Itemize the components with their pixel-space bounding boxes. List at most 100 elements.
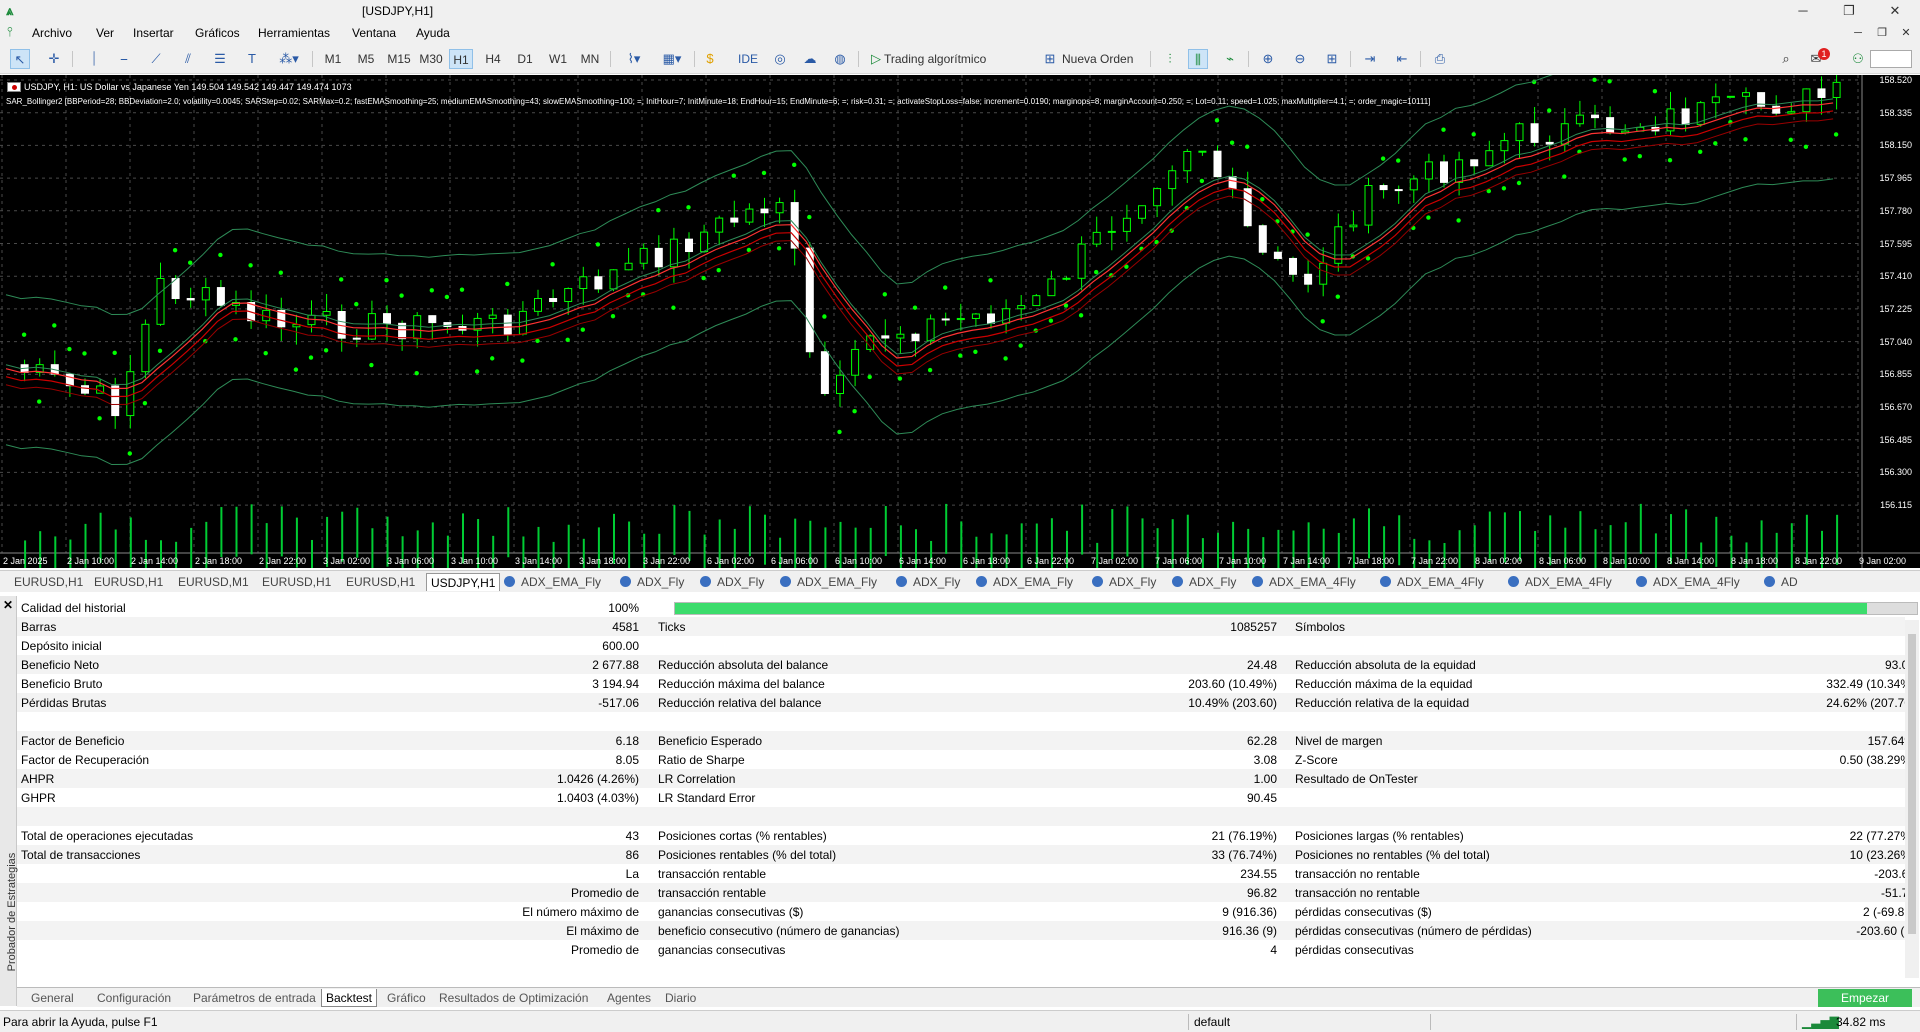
price-label: 157.965	[1879, 173, 1912, 184]
sar-dot	[142, 400, 148, 406]
timeframe-m30[interactable]: M30	[417, 49, 445, 69]
line-chart-icon[interactable]: ⌁	[1220, 49, 1240, 69]
menu-ventana[interactable]: Ventana	[352, 26, 396, 40]
result-label: Reducción máxima del balance	[658, 677, 825, 691]
shapes-dropdown-icon[interactable]: ⁂▾	[274, 49, 304, 69]
chart-symbol-info: USDJPY, H1: US Dollar vs Japanese Yen 14…	[24, 82, 352, 92]
chart-tab[interactable]: ADX_EMA_4Fly	[1376, 573, 1488, 591]
screenshot-icon[interactable]: ⎙	[1430, 49, 1450, 69]
search-icon[interactable]: ⌕	[1776, 49, 1796, 69]
horizontal-line-icon[interactable]: ⎯	[114, 49, 134, 69]
market-icon[interactable]: $	[700, 49, 720, 69]
timeframe-m5[interactable]: M5	[354, 49, 378, 69]
sar-dot	[1335, 294, 1341, 299]
price-chart[interactable]: USDJPY, H1: US Dollar vs Japanese Yen 14…	[0, 75, 1920, 568]
tester-tab[interactable]: Backtest	[321, 989, 378, 1007]
channel-icon[interactable]: ⫽	[178, 49, 198, 69]
timeframe-w1[interactable]: W1	[546, 49, 570, 69]
scrollbar-thumb[interactable]	[1908, 634, 1916, 934]
services-icon[interactable]: ◍	[830, 49, 850, 69]
vertical-line-icon[interactable]: ⏐	[84, 49, 104, 69]
text-tool-icon[interactable]: T	[242, 49, 262, 69]
chart-tab[interactable]: EURUSD,H1	[258, 573, 335, 591]
chart-tab[interactable]: ADX_Fly	[696, 573, 768, 591]
cursor-icon[interactable]: ↖	[10, 49, 30, 69]
crosshair-icon[interactable]: ✛	[44, 49, 64, 69]
chart-tab[interactable]: EURUSD,H1	[90, 573, 167, 591]
algo-trading-button[interactable]: Trading algorítmico	[884, 49, 1034, 69]
timeframe-h1[interactable]: H1	[449, 49, 473, 69]
chart-tab[interactable]: ADX_EMA_4Fly	[1632, 573, 1744, 591]
start-button[interactable]: Empezar	[1818, 989, 1912, 1007]
result-value: 9 (916.36)	[1222, 905, 1277, 919]
autoscroll-icon[interactable]: ⇤	[1392, 49, 1412, 69]
chart-tab[interactable]: ADX_Fly	[1168, 573, 1240, 591]
chart-tab[interactable]: ADX_Fly	[892, 573, 964, 591]
account-icon[interactable]: ⚇	[1848, 49, 1868, 69]
candle-body	[1153, 188, 1162, 207]
candlestick-chart-icon[interactable]: ⫼	[1188, 49, 1208, 69]
zoom-in-icon[interactable]: ⊕	[1258, 49, 1278, 69]
minimize-button[interactable]: ─	[1780, 0, 1826, 22]
timeframe-mn[interactable]: MN	[577, 49, 603, 69]
volume-bar	[280, 506, 283, 557]
chart-tab[interactable]: ADX_EMA_Fly	[972, 573, 1077, 591]
tester-tab[interactable]: Parámetros de entrada	[189, 989, 320, 1007]
tester-tab[interactable]: General	[27, 989, 78, 1007]
tester-tab[interactable]: Agentes	[603, 989, 655, 1007]
menu-graficos[interactable]: Gráficos	[195, 26, 240, 40]
menu-insertar[interactable]: Insertar	[133, 26, 174, 40]
timeframe-m15[interactable]: M15	[385, 49, 413, 69]
timeframe-h4[interactable]: H4	[482, 49, 504, 69]
indicators-dropdown-icon[interactable]: ⌇▾	[618, 49, 650, 69]
candle-body	[1304, 273, 1313, 285]
menu-archivo[interactable]: Archivo	[32, 26, 72, 40]
timeframe-d1[interactable]: D1	[514, 49, 536, 69]
chart-tab[interactable]: ADX_EMA_4Fly	[1504, 573, 1616, 591]
mdi-restore-button[interactable]: ❐	[1870, 22, 1894, 44]
chart-tab[interactable]: EURUSD,M1	[174, 573, 253, 591]
chart-tab[interactable]: AD	[1760, 573, 1802, 591]
ide-button[interactable]: IDE	[736, 49, 760, 69]
bar-chart-icon[interactable]: ⫶	[1160, 49, 1180, 69]
menu-herramientas[interactable]: Herramientas	[258, 26, 330, 40]
signals-icon[interactable]: ◎	[770, 49, 790, 69]
chart-tab[interactable]: ADX_Fly	[616, 573, 688, 591]
maximize-button[interactable]: ❐	[1826, 0, 1872, 22]
tile-windows-icon[interactable]: ⊞	[1322, 49, 1342, 69]
chart-tab-label: ADX_EMA_Fly	[521, 575, 602, 589]
chart-tab[interactable]: ADX_Fly	[1088, 573, 1160, 591]
tester-tab[interactable]: Gráfico	[383, 989, 430, 1007]
tester-tab[interactable]: Resultados de Optimización	[435, 989, 592, 1007]
candle-body	[1440, 161, 1448, 183]
chart-tab[interactable]: ADX_EMA_Fly	[776, 573, 881, 591]
chart-tab[interactable]: ADX_EMA_4Fly	[1248, 573, 1360, 591]
menu-ver[interactable]: Ver	[96, 26, 114, 40]
timeframe-m1[interactable]: M1	[322, 49, 344, 69]
zoom-out-icon[interactable]: ⊖	[1290, 49, 1310, 69]
trendline-icon[interactable]: ⟋	[146, 49, 166, 69]
templates-dropdown-icon[interactable]: ▦▾	[656, 49, 688, 69]
chart-tab[interactable]: EURUSD,H1	[10, 573, 87, 591]
close-button[interactable]: ✕	[1872, 0, 1918, 22]
vps-icon[interactable]: ☁	[800, 49, 820, 69]
tester-tab[interactable]: Configuración	[93, 989, 175, 1007]
volume-bar	[356, 507, 359, 558]
chart-tab[interactable]: EURUSD,H1	[342, 573, 419, 591]
menu-ayuda[interactable]: Ayuda	[416, 26, 450, 40]
tester-tab[interactable]: Diario	[661, 989, 700, 1007]
new-order-button[interactable]: Nueva Orden	[1062, 49, 1142, 69]
chart-tab[interactable]: USDJPY,H1	[426, 573, 501, 591]
chart-tab[interactable]: ADX_EMA_Fly	[500, 573, 605, 591]
fibonacci-icon[interactable]: ☰	[210, 49, 230, 69]
sar-dot	[1547, 108, 1552, 113]
results-row: Factor de Recuperación 8.05 Ratio de Sharp…	[17, 750, 1915, 769]
vertical-scrollbar[interactable]	[1905, 620, 1919, 978]
close-panel-icon[interactable]: ✕	[3, 598, 13, 612]
result-value: -203.60 (1)	[1856, 924, 1915, 938]
account-search-field[interactable]	[1870, 50, 1912, 68]
expert-globe-icon	[1508, 576, 1519, 587]
chart-shift-icon[interactable]: ⇥	[1360, 49, 1380, 69]
mdi-close-button[interactable]: ✕	[1894, 22, 1918, 44]
mdi-minimize-button[interactable]: ─	[1846, 22, 1870, 44]
